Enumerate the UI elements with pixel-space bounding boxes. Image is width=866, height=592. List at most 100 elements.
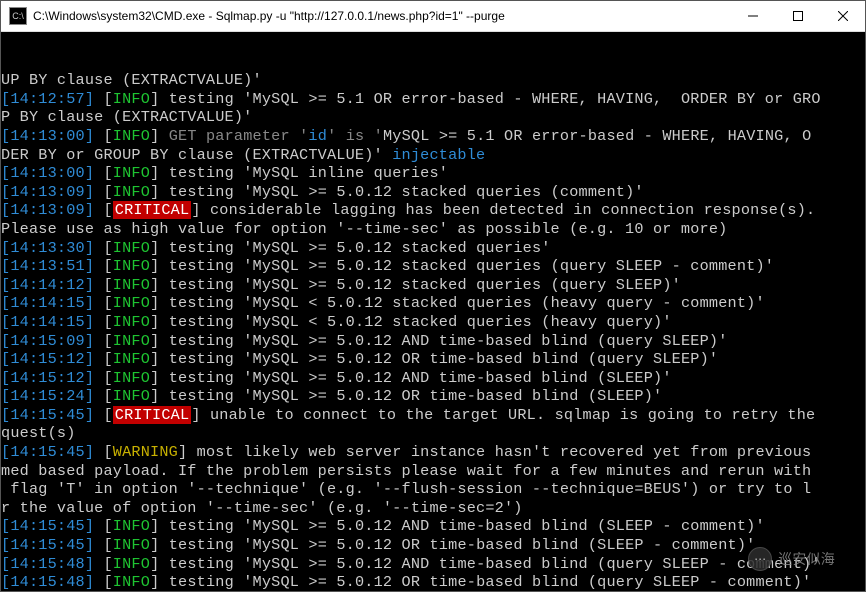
timestamp: [14:13:00] xyxy=(1,164,94,182)
level-critical: CRITICAL xyxy=(113,406,192,424)
timestamp: [14:15:12] xyxy=(1,350,94,368)
bracket: ] xyxy=(191,201,200,219)
bracket: [ xyxy=(103,517,112,535)
terminal-line: UP BY clause (EXTRACTVALUE)' xyxy=(1,71,865,90)
maximize-button[interactable] xyxy=(775,1,820,31)
terminal-line: [14:15:45] [CRITICAL] unable to connect … xyxy=(1,406,865,425)
timestamp: [14:12:57] xyxy=(1,90,94,108)
text: testing 'MySQL >= 5.0.12 AND time-based … xyxy=(159,517,764,535)
bracket: ] xyxy=(150,90,159,108)
text: testing 'MySQL >= 5.0.12 AND time-based … xyxy=(159,332,727,350)
timestamp: [14:14:12] xyxy=(1,276,94,294)
timestamp: [14:15:48] xyxy=(1,573,94,591)
terminal-line: P BY clause (EXTRACTVALUE)' xyxy=(1,108,865,127)
text: P BY clause (EXTRACTVALUE)' xyxy=(1,108,252,126)
bracket: [ xyxy=(103,183,112,201)
terminal-line: quest(s) xyxy=(1,424,865,443)
terminal-line: Please use as high value for option '--t… xyxy=(1,220,865,239)
bracket: ] xyxy=(150,369,159,387)
bracket: ] xyxy=(150,164,159,182)
terminal-line: [14:15:24] [INFO] testing 'MySQL >= 5.0.… xyxy=(1,387,865,406)
timestamp: [14:13:51] xyxy=(1,257,94,275)
bracket: [ xyxy=(103,406,112,424)
bracket: [ xyxy=(103,332,112,350)
level-info: INFO xyxy=(113,313,150,331)
text: testing 'MySQL >= 5.0.12 stacked queries… xyxy=(159,239,550,257)
cmd-window: C:\ C:\Windows\system32\CMD.exe - Sqlmap… xyxy=(0,0,866,592)
bracket: [ xyxy=(103,313,112,331)
cmd-icon: C:\ xyxy=(9,7,27,25)
bracket: ] xyxy=(150,239,159,257)
minimize-button[interactable] xyxy=(730,1,775,31)
window-title: C:\Windows\system32\CMD.exe - Sqlmap.py … xyxy=(33,9,730,23)
bracket: [ xyxy=(103,127,112,145)
bracket: ] xyxy=(150,276,159,294)
bracket: [ xyxy=(103,573,112,591)
terminal-line: flag 'T' in option '--technique' (e.g. '… xyxy=(1,480,865,499)
text: testing 'MySQL >= 5.0.12 OR time-based b… xyxy=(159,387,662,405)
timestamp: [14:15:12] xyxy=(1,369,94,387)
bracket: ] xyxy=(150,350,159,368)
dim-text: ' is ' xyxy=(327,127,383,145)
text: Please use as high value for option '--t… xyxy=(1,220,728,238)
text: testing 'MySQL < 5.0.12 stacked queries … xyxy=(159,313,671,331)
bracket: [ xyxy=(103,294,112,312)
terminal-line: DER BY or GROUP BY clause (EXTRACTVALUE)… xyxy=(1,146,865,165)
text: most likely web server instance hasn't r… xyxy=(187,443,820,461)
bracket: ] xyxy=(150,183,159,201)
text: testing 'MySQL >= 5.0.12 OR time-based b… xyxy=(159,350,718,368)
terminal-line: [14:12:57] [INFO] testing 'MySQL >= 5.1 … xyxy=(1,90,865,109)
dim-text: GET parameter ' xyxy=(159,127,308,145)
timestamp: [14:15:24] xyxy=(1,387,94,405)
level-info: INFO xyxy=(113,127,150,145)
terminal-output[interactable]: UP BY clause (EXTRACTVALUE)'[14:12:57] [… xyxy=(1,32,865,591)
bracket: [ xyxy=(103,387,112,405)
terminal-line: [14:15:48] [INFO] testing 'MySQL >= 5.0.… xyxy=(1,573,865,591)
bracket: ] xyxy=(150,332,159,350)
text: DER BY or GROUP BY clause (EXTRACTVALUE)… xyxy=(1,146,383,164)
text: testing 'MySQL >= 5.0.12 stacked queries… xyxy=(159,276,681,294)
terminal-line: [14:14:12] [INFO] testing 'MySQL >= 5.0.… xyxy=(1,276,865,295)
keyword: id xyxy=(308,127,327,145)
timestamp: [14:13:30] xyxy=(1,239,94,257)
text: testing 'MySQL >= 5.1 OR error-based - W… xyxy=(159,90,820,108)
text: testing 'MySQL inline queries' xyxy=(159,164,448,182)
text: unable to connect to the target URL. sql… xyxy=(201,406,825,424)
level-info: INFO xyxy=(113,257,150,275)
text: considerable lagging has been detected i… xyxy=(201,201,825,219)
bracket: ] xyxy=(150,257,159,275)
level-info: INFO xyxy=(113,369,150,387)
text: testing 'MySQL < 5.0.12 stacked queries … xyxy=(159,294,764,312)
bracket: [ xyxy=(103,555,112,573)
terminal-line: [14:15:12] [INFO] testing 'MySQL >= 5.0.… xyxy=(1,350,865,369)
text: testing 'MySQL >= 5.0.12 OR time-based b… xyxy=(159,536,755,554)
timestamp: [14:13:00] xyxy=(1,127,94,145)
bracket: [ xyxy=(103,536,112,554)
level-info: INFO xyxy=(113,183,150,201)
titlebar[interactable]: C:\ C:\Windows\system32\CMD.exe - Sqlmap… xyxy=(1,1,865,32)
timestamp: [14:15:45] xyxy=(1,536,94,554)
bracket: ] xyxy=(150,517,159,535)
terminal-line: [14:13:30] [INFO] testing 'MySQL >= 5.0.… xyxy=(1,239,865,258)
terminal-line: [14:14:15] [INFO] testing 'MySQL < 5.0.1… xyxy=(1,313,865,332)
bracket: ] xyxy=(150,536,159,554)
terminal-line: [14:15:12] [INFO] testing 'MySQL >= 5.0.… xyxy=(1,369,865,388)
bracket: [ xyxy=(103,90,112,108)
text: UP BY clause (EXTRACTVALUE)' xyxy=(1,71,262,89)
bracket: ] xyxy=(150,387,159,405)
level-warning: WARNING xyxy=(113,443,178,461)
bracket: [ xyxy=(103,443,112,461)
level-info: INFO xyxy=(113,294,150,312)
text: testing 'MySQL >= 5.0.12 stacked queries… xyxy=(159,183,643,201)
close-button[interactable] xyxy=(820,1,865,31)
timestamp: [14:15:45] xyxy=(1,517,94,535)
timestamp: [14:15:45] xyxy=(1,443,94,461)
bracket: ] xyxy=(150,555,159,573)
level-info: INFO xyxy=(113,90,150,108)
terminal-line: med based payload. If the problem persis… xyxy=(1,462,865,481)
level-info: INFO xyxy=(113,332,150,350)
bracket: [ xyxy=(103,257,112,275)
text: MySQL >= 5.1 OR error-based - WHERE, HAV… xyxy=(383,127,811,145)
timestamp: [14:15:48] xyxy=(1,555,94,573)
text: quest(s) xyxy=(1,424,76,442)
